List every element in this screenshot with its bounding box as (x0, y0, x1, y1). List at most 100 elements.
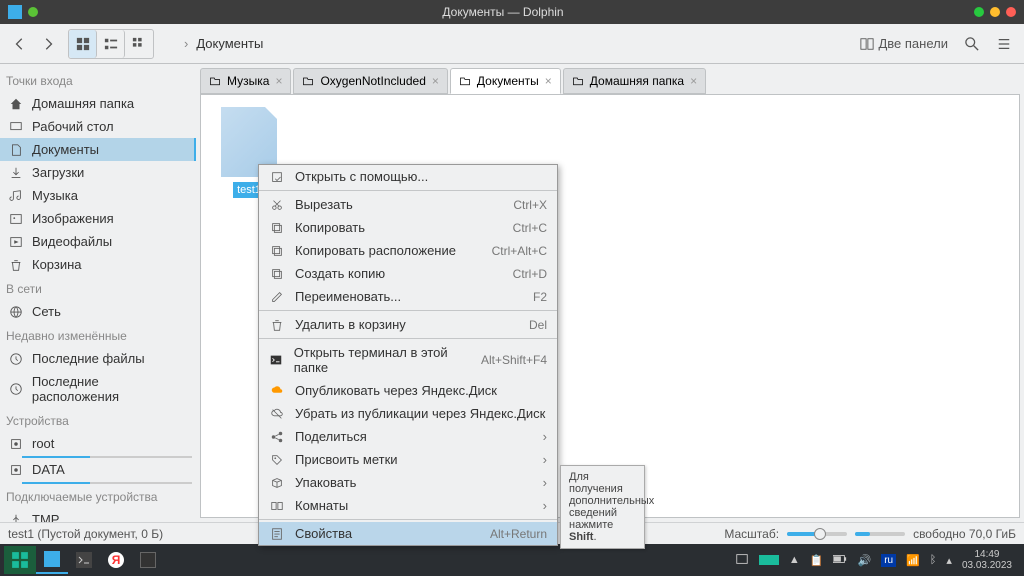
context-menu-item[interactable]: Удалить в корзину Del (259, 313, 557, 336)
sidebar-item[interactable]: Последние файлы (0, 347, 196, 370)
context-menu-item[interactable]: Убрать из публикации через Яндекс.Диск (259, 402, 557, 425)
context-menu-item[interactable]: Копировать расположениеCtrl+Alt+C (259, 239, 557, 262)
back-button[interactable] (6, 30, 34, 58)
details-view-button[interactable] (125, 30, 153, 58)
tab[interactable]: Домашняя папка× (563, 68, 706, 94)
maximize-button[interactable] (990, 7, 1000, 17)
context-menu-item[interactable]: Опубликовать через Яндекс.Диск (259, 379, 557, 402)
sidebar-section-header: В сети (0, 276, 196, 300)
icon-view-button[interactable] (69, 30, 97, 58)
menu-separator (259, 338, 557, 339)
search-button[interactable] (958, 30, 986, 58)
folder-icon (302, 75, 314, 87)
zoom-slider[interactable] (787, 532, 847, 536)
chevron-right-icon: › (184, 36, 188, 51)
context-menu-item[interactable]: Создать копиюCtrl+D (259, 262, 557, 285)
menu-item-label: Вырезать (295, 197, 353, 212)
menu-item-label: Поделиться (295, 429, 367, 444)
sidebar-section-header: Подключаемые устройства (0, 484, 196, 508)
shortcut-label: F2 (533, 290, 547, 304)
context-menu-item[interactable]: Упаковать› (259, 471, 557, 494)
downloads-icon (8, 166, 24, 180)
tag-icon (269, 453, 285, 467)
tab-close-icon[interactable]: × (432, 74, 439, 88)
cut-icon (269, 198, 285, 212)
context-menu-item[interactable]: Присвоить метки› (259, 448, 557, 471)
menu-item-label: Комнаты (295, 498, 348, 513)
sidebar-item[interactable]: TMP (0, 508, 196, 522)
tab-label: Документы (477, 74, 539, 88)
window-title: Документы — Dolphin (38, 5, 968, 19)
context-menu-item[interactable]: ВырезатьCtrl+X (259, 193, 557, 216)
tray-show-desktop-icon[interactable] (735, 552, 749, 569)
context-menu-item[interactable]: КопироватьCtrl+C (259, 216, 557, 239)
shortcut-label: Del (529, 318, 547, 332)
tab-close-icon[interactable]: × (545, 74, 552, 88)
sidebar-item[interactable]: Загрузки (0, 161, 196, 184)
tray-wifi-icon[interactable]: 📶 (906, 554, 920, 567)
compact-view-button[interactable] (97, 30, 125, 58)
sidebar-item[interactable]: Видеофайлы (0, 230, 196, 253)
tab-close-icon[interactable]: × (275, 74, 282, 88)
tab[interactable]: Музыка × (200, 68, 291, 94)
menu-item-label: Удалить в корзину (295, 317, 406, 332)
task-yandex[interactable]: Я (100, 546, 132, 574)
network-icon (8, 305, 24, 319)
context-menu-item[interactable]: СвойстваAlt+Return (259, 522, 557, 545)
tray-locale[interactable]: ru (881, 554, 896, 567)
sidebar-item[interactable]: root (0, 432, 196, 458)
sidebar-item-label: Музыка (32, 188, 78, 203)
menu-item-label: Убрать из публикации через Яндекс.Диск (295, 406, 545, 421)
sidebar-item[interactable]: DATA (0, 458, 196, 484)
breadcrumb[interactable]: › Документы (184, 36, 263, 51)
shortcut-label: Ctrl+Alt+C (492, 244, 547, 258)
tray-activity-icon[interactable] (759, 555, 779, 565)
sidebar-item[interactable]: Последние расположения (0, 370, 196, 408)
sidebar-item[interactable]: Домашняя папка (0, 92, 196, 115)
sidebar-item[interactable]: Рабочий стол (0, 115, 196, 138)
sidebar-item-label: Видеофайлы (32, 234, 112, 249)
tray-battery-icon[interactable] (833, 554, 847, 567)
music-icon (8, 189, 24, 203)
close-button[interactable] (1006, 7, 1016, 17)
tray-update-icon[interactable]: ▲ (789, 554, 800, 566)
sidebar-item[interactable]: Изображения (0, 207, 196, 230)
task-terminal[interactable] (68, 546, 100, 574)
terminal-icon (269, 353, 284, 367)
context-menu-item[interactable]: Открыть терминал в этой папкеAlt+Shift+F… (259, 341, 557, 379)
free-space-bar (855, 532, 905, 536)
menu-separator (259, 519, 557, 520)
tray-clipboard-icon[interactable]: 📋 (810, 554, 824, 567)
tab-label: Музыка (227, 74, 269, 88)
sidebar-item[interactable]: Документы (0, 138, 196, 161)
context-menu-item[interactable]: Комнаты› (259, 494, 557, 517)
free-space-text: свободно 70,0 ГиБ (913, 527, 1016, 541)
task-dolphin[interactable] (36, 546, 68, 574)
video-icon (8, 235, 24, 249)
forward-button[interactable] (34, 30, 62, 58)
start-menu-button[interactable] (4, 546, 36, 574)
sidebar-item[interactable]: Корзина (0, 253, 196, 276)
context-menu-item[interactable]: Переименовать...F2 (259, 285, 557, 308)
dolphin-icon (8, 5, 22, 19)
context-menu-item[interactable]: Поделиться› (259, 425, 557, 448)
shortcut-label: Ctrl+D (513, 267, 547, 281)
shortcut-label: Alt+Return (490, 527, 547, 541)
tray-bluetooth-icon[interactable]: ᛒ (930, 554, 937, 566)
tab[interactable]: Документы × (450, 68, 561, 94)
tray-clock[interactable]: 14:4903.03.2023 (962, 549, 1012, 571)
sidebar-item[interactable]: Музыка (0, 184, 196, 207)
tab-close-icon[interactable]: × (690, 74, 697, 88)
context-menu-item[interactable]: Открыть с помощью... (259, 165, 557, 188)
tray-expand-icon[interactable]: ▴ (946, 554, 952, 567)
sidebar-item-label: Загрузки (32, 165, 84, 180)
minimize-button[interactable] (974, 7, 984, 17)
sidebar-item-label: TMP (32, 512, 59, 522)
task-unknown[interactable] (132, 546, 164, 574)
sidebar-item[interactable]: Сеть (0, 300, 196, 323)
menu-button[interactable] (990, 30, 1018, 58)
shortcut-label: Ctrl+C (513, 221, 547, 235)
tab[interactable]: OxygenNotIncluded× (293, 68, 447, 94)
tray-volume-icon[interactable]: 🔊 (857, 554, 871, 567)
split-panels-button[interactable]: Две панели (854, 30, 954, 58)
